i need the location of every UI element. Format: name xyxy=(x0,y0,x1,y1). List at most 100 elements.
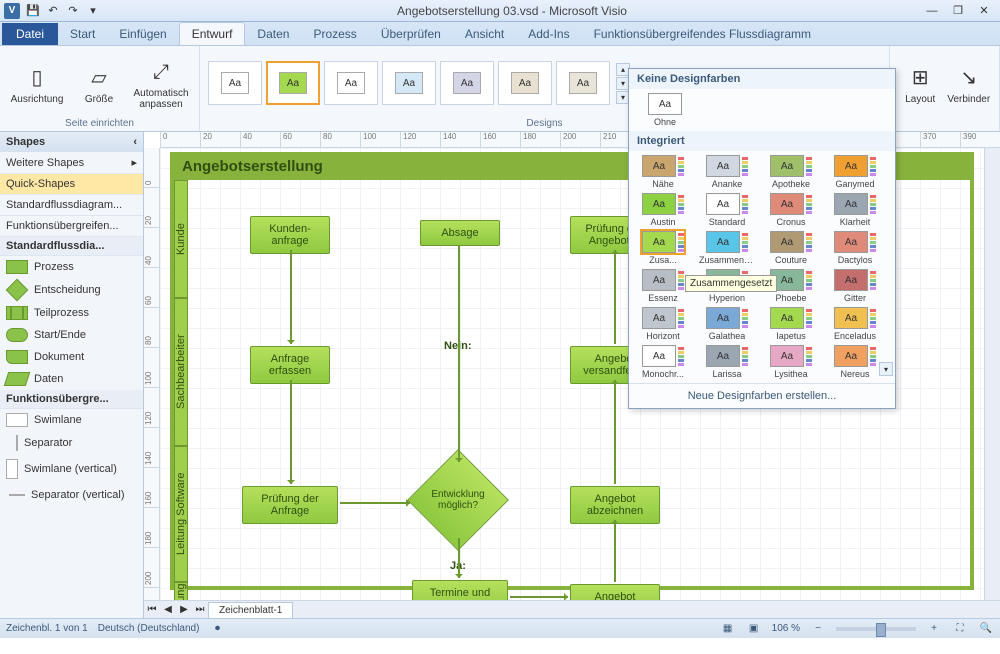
zoom-slider[interactable] xyxy=(836,627,916,631)
qat-undo-icon[interactable]: ↶ xyxy=(44,2,62,20)
palette-swatch[interactable]: AaEssenz xyxy=(635,269,691,303)
box-anfrage-erfassen[interactable]: Anfrage erfassen xyxy=(250,346,330,384)
shape-teilprozess[interactable]: Teilprozess xyxy=(0,302,143,324)
qat-customize-icon[interactable]: ▾ xyxy=(84,2,102,20)
box-absage[interactable]: Absage xyxy=(420,220,500,246)
close-button[interactable]: ✕ xyxy=(972,3,996,19)
design-theme-thumb[interactable]: Aa xyxy=(556,61,610,105)
design-theme-thumb[interactable]: Aa xyxy=(266,61,320,105)
qat-save-icon[interactable]: 💾 xyxy=(24,2,42,20)
shapes-cat-standard[interactable]: Standardflussdiagram... xyxy=(0,195,143,216)
verbinder-button[interactable]: ↘Verbinder xyxy=(947,62,992,105)
design-theme-thumb[interactable]: Aa xyxy=(440,61,494,105)
connector[interactable] xyxy=(510,596,568,598)
sheet-tab[interactable]: Zeichenblatt-1 xyxy=(208,602,293,618)
shapes-collapse-icon[interactable]: ‹ xyxy=(133,136,137,148)
swimlane-tleitung[interactable]: tleitung xyxy=(174,582,188,600)
palette-swatch[interactable]: AaZusa... xyxy=(635,231,691,265)
shape-separator[interactable]: Separator xyxy=(0,431,143,455)
shape-separator-v[interactable]: Separator (vertical) xyxy=(0,483,143,507)
palette-swatch[interactable]: AaGanymed xyxy=(827,155,883,189)
connector[interactable] xyxy=(290,380,292,484)
swimlane-kunde[interactable]: Kunde xyxy=(174,180,188,298)
tab-daten[interactable]: Daten xyxy=(245,23,301,45)
swimlane-sachbearbeiter[interactable]: Sachbearbeiter xyxy=(174,298,188,446)
autoanpassen-button[interactable]: ⤢Automatisch anpassen xyxy=(132,56,190,110)
tab-einfugen[interactable]: Einfügen xyxy=(107,23,178,45)
shape-startende[interactable]: Start/Ende xyxy=(0,324,143,346)
shapes-cat-more[interactable]: Weitere Shapes▸ xyxy=(0,152,143,174)
tab-funk[interactable]: Funktionsübergreifendes Flussdiagramm xyxy=(582,23,823,45)
macro-record-icon[interactable]: ⏺ xyxy=(209,621,225,637)
palette-swatch[interactable]: AaAnanke xyxy=(699,155,755,189)
palette-swatch[interactable]: AaKlarheit xyxy=(827,193,883,227)
tab-addins[interactable]: Add-Ins xyxy=(516,23,581,45)
design-theme-thumb[interactable]: Aa xyxy=(208,61,262,105)
palette-swatch[interactable]: AaZusammengesetzt xyxy=(699,231,755,265)
design-theme-thumb[interactable]: Aa xyxy=(382,61,436,105)
palette-swatch[interactable]: AaGalathea xyxy=(699,307,755,341)
tab-entwurf[interactable]: Entwurf xyxy=(179,22,246,45)
connector[interactable] xyxy=(340,502,410,504)
shapes-cat-quick[interactable]: Quick-Shapes xyxy=(0,174,143,195)
ausrichtung-button[interactable]: ▯Ausrichtung xyxy=(8,62,66,105)
box-angebot-vorbereiten[interactable]: Angebot vorbereiten xyxy=(570,584,660,600)
palette-swatch[interactable]: AaIapetus xyxy=(763,307,819,341)
palette-none-swatch[interactable]: Aa Ohne xyxy=(637,93,693,127)
zoom-out-button[interactable]: − xyxy=(810,621,826,637)
swimlane-leitung[interactable]: Leitung Software xyxy=(174,446,188,582)
fit-window-icon[interactable]: ⛶ xyxy=(952,621,968,637)
palette-swatch[interactable]: AaStandard xyxy=(699,193,755,227)
sheet-nav-next[interactable]: ▶ xyxy=(176,604,192,615)
layout-button[interactable]: ⊞Layout xyxy=(898,62,943,105)
box-termine[interactable]: Termine und Kosten xyxy=(412,580,508,600)
palette-new-colors[interactable]: Neue Designfarben erstellen... xyxy=(629,383,895,408)
shape-swimlane[interactable]: Swimlane xyxy=(0,409,143,431)
shape-daten[interactable]: Daten xyxy=(0,368,143,390)
connector[interactable] xyxy=(614,250,616,344)
palette-swatch[interactable]: AaNereus xyxy=(827,345,883,379)
palette-swatch[interactable]: AaLysithea xyxy=(763,345,819,379)
tab-file[interactable]: Datei xyxy=(2,23,58,45)
view-fullscreen-icon[interactable]: ▣ xyxy=(746,621,762,637)
palette-swatch[interactable]: AaGitter xyxy=(827,269,883,303)
palette-swatch[interactable]: AaNähe xyxy=(635,155,691,189)
grosse-button[interactable]: ▱Größe xyxy=(70,62,128,105)
zoom-in-button[interactable]: + xyxy=(926,621,942,637)
shapes-cat-funk[interactable]: Funktionsübergreifen... xyxy=(0,216,143,237)
connector[interactable] xyxy=(614,380,616,484)
connector[interactable] xyxy=(614,520,616,582)
palette-swatch[interactable]: AaEnceladus xyxy=(827,307,883,341)
shape-swimlane-v[interactable]: Swimlane (vertical) xyxy=(0,455,143,483)
palette-swatch[interactable]: AaHorizont xyxy=(635,307,691,341)
sheet-nav-first[interactable]: ⏮ xyxy=(144,604,160,615)
pan-zoom-icon[interactable]: 🔍 xyxy=(978,621,994,637)
qat-redo-icon[interactable]: ↷ xyxy=(64,2,82,20)
view-normal-icon[interactable]: ▦ xyxy=(720,621,736,637)
shape-dokument[interactable]: Dokument xyxy=(0,346,143,368)
palette-swatch[interactable]: AaMonochr... xyxy=(635,345,691,379)
sheet-nav-prev[interactable]: ◀ xyxy=(160,604,176,615)
tab-start[interactable]: Start xyxy=(58,23,107,45)
palette-swatch[interactable]: AaLarissa xyxy=(699,345,755,379)
box-kundenanfrage[interactable]: Kunden- anfrage xyxy=(250,216,330,254)
decision-entwicklung[interactable]: Entwicklung möglich? xyxy=(412,464,504,536)
palette-swatch[interactable]: AaAustin xyxy=(635,193,691,227)
palette-scroll-down[interactable]: ▾ xyxy=(879,362,893,376)
palette-swatch[interactable]: AaCouture xyxy=(763,231,819,265)
palette-swatch[interactable]: AaApotheke xyxy=(763,155,819,189)
shape-prozess[interactable]: Prozess xyxy=(0,256,143,278)
shape-entscheidung[interactable]: Entscheidung xyxy=(0,278,143,302)
minimize-button[interactable]: — xyxy=(920,3,944,19)
design-theme-thumb[interactable]: Aa xyxy=(324,61,378,105)
box-pruefung-anfrage[interactable]: Prüfung der Anfrage xyxy=(242,486,338,524)
restore-button[interactable]: ❐ xyxy=(946,3,970,19)
tab-uberprufen[interactable]: Überprüfen xyxy=(369,23,453,45)
connector[interactable] xyxy=(458,246,460,462)
palette-swatch[interactable]: AaDactylos xyxy=(827,231,883,265)
connector[interactable] xyxy=(290,250,292,344)
vertical-scrollbar[interactable] xyxy=(984,148,1000,600)
connector[interactable] xyxy=(458,538,460,578)
palette-swatch[interactable]: AaCronus xyxy=(763,193,819,227)
tab-prozess[interactable]: Prozess xyxy=(301,23,368,45)
